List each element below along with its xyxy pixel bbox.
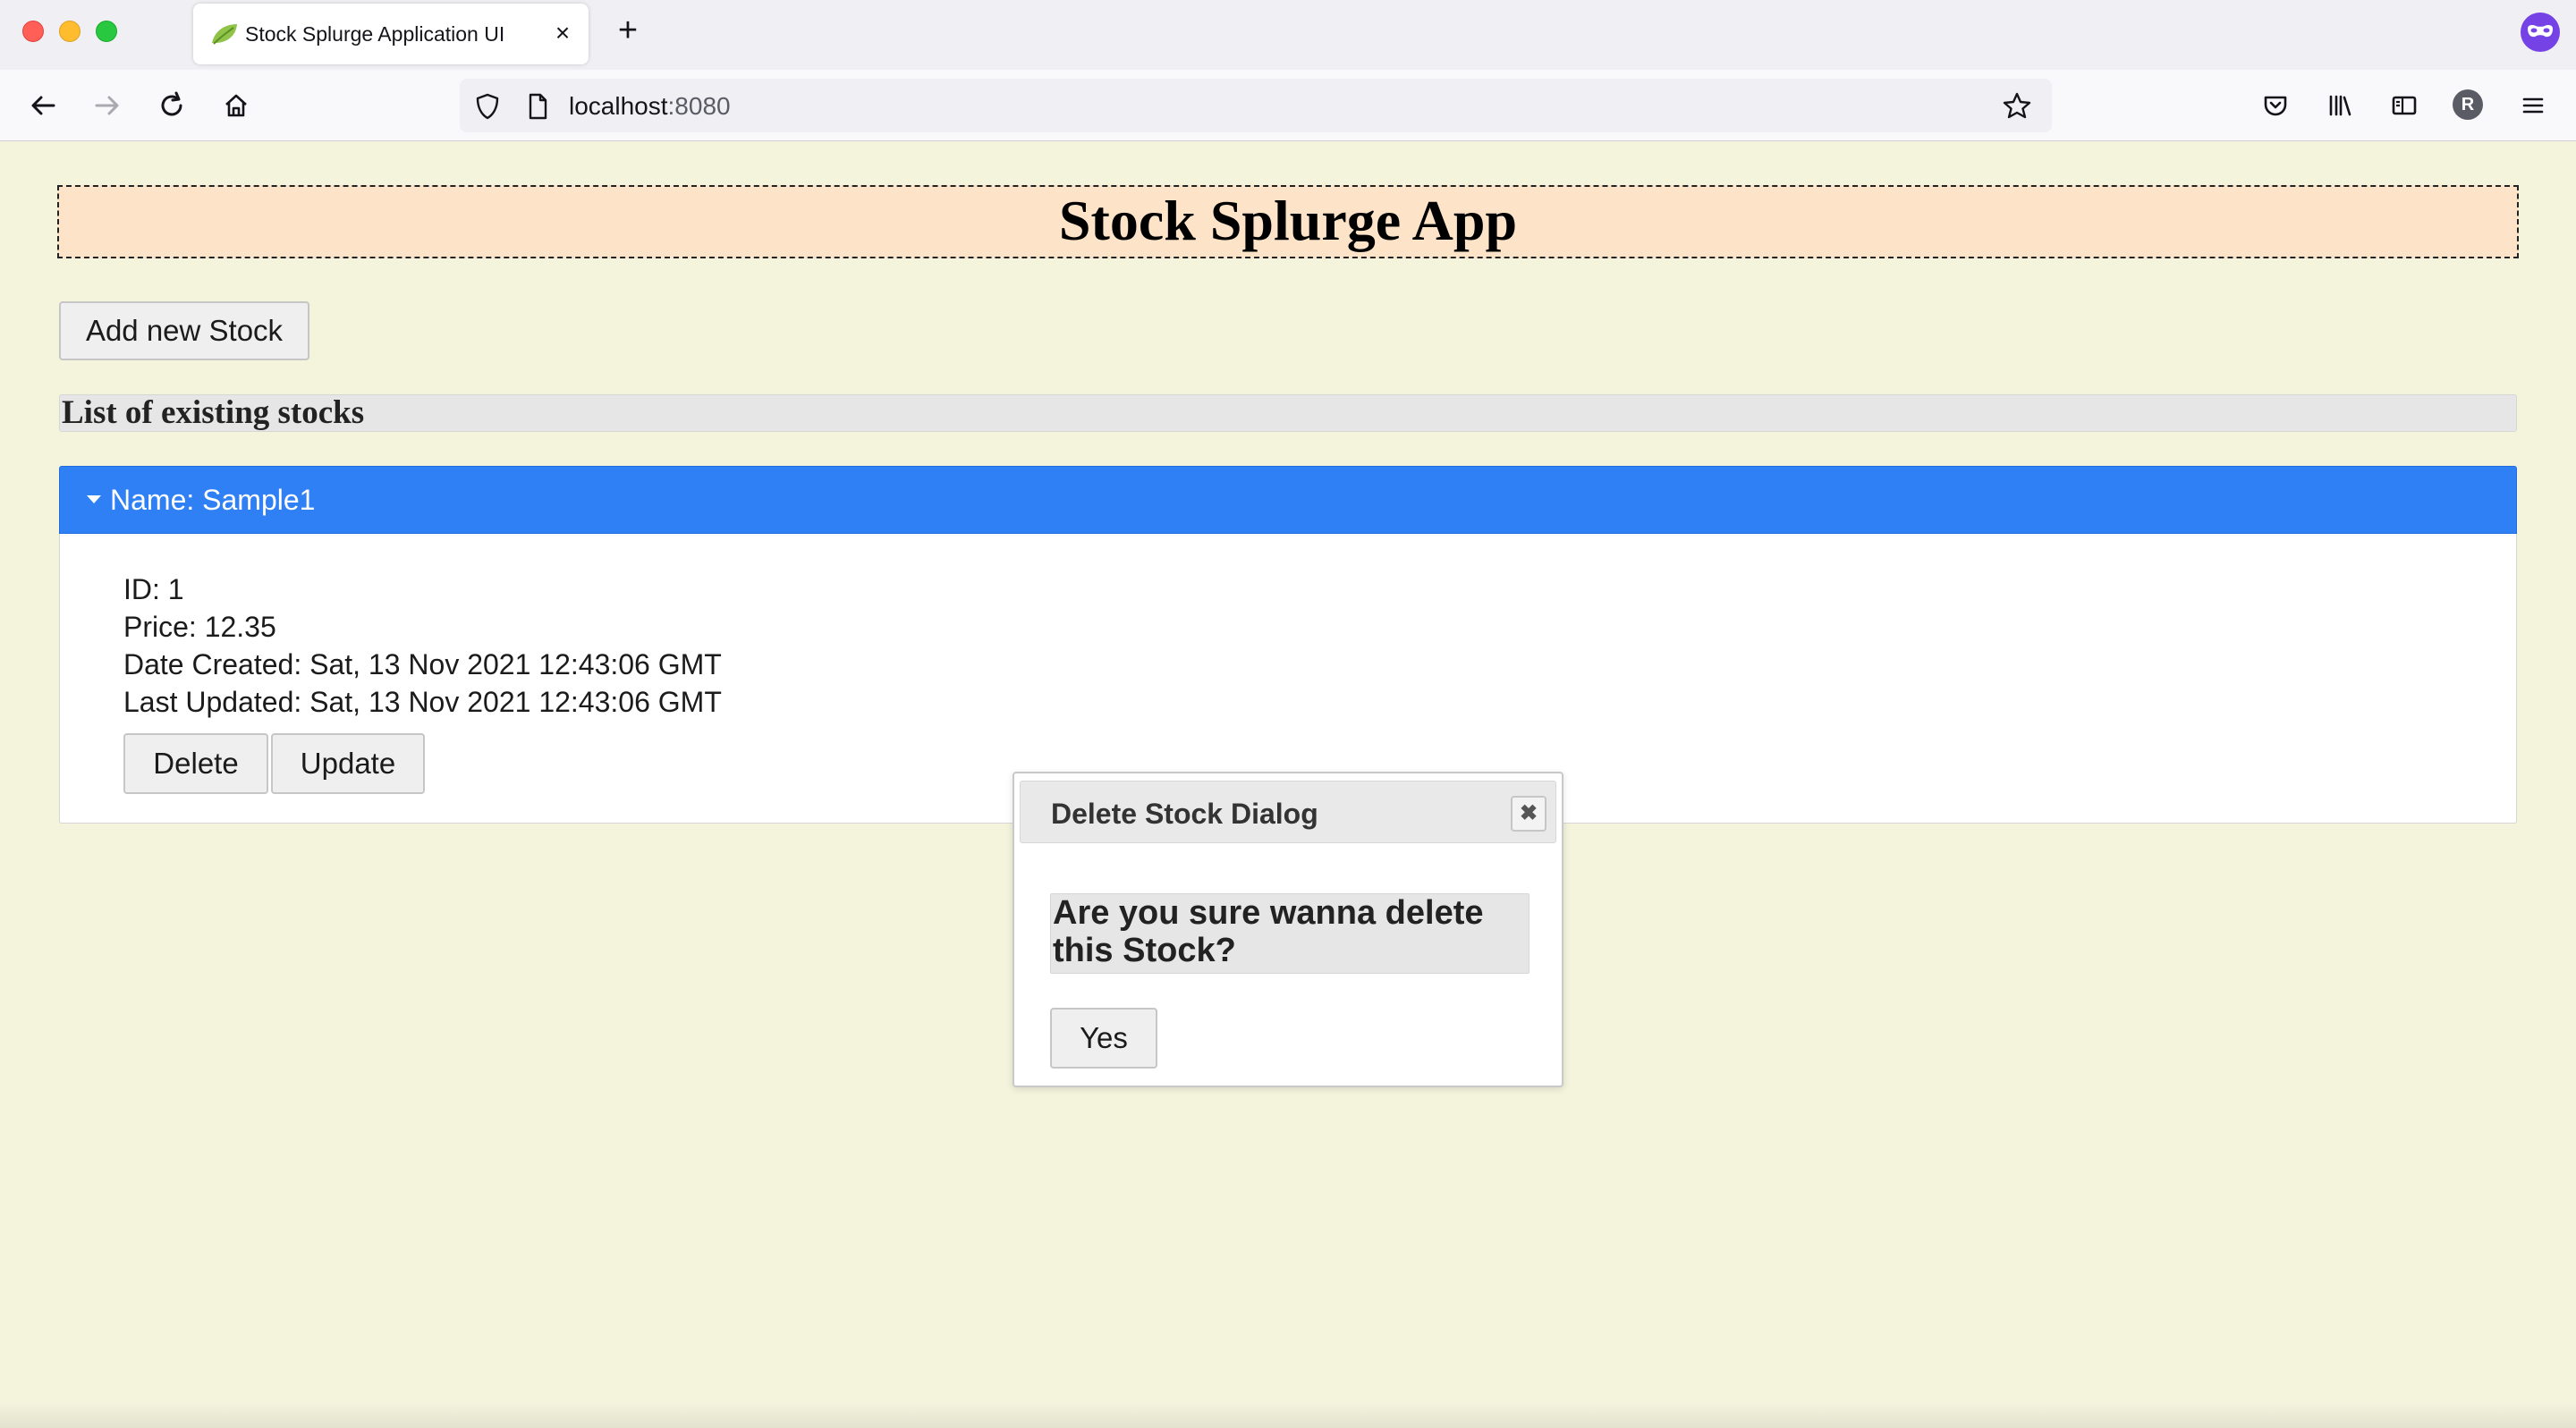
stock-date-created: Date Created: Sat, 13 Nov 2021 12:43:06 …: [123, 648, 722, 680]
add-new-stock-button[interactable]: Add new Stock: [59, 301, 309, 360]
hamburger-menu-icon[interactable]: [2513, 86, 2553, 125]
delete-confirmation-text: Are you sure wanna delete this Stock?: [1050, 893, 1530, 974]
home-icon[interactable]: [216, 86, 256, 125]
page-info-icon[interactable]: [522, 91, 553, 122]
app-title: Stock Splurge App: [1058, 189, 1518, 252]
window-close-button[interactable]: [22, 21, 44, 42]
confirm-yes-button[interactable]: Yes: [1050, 1008, 1157, 1069]
bookmark-star-icon[interactable]: [2002, 91, 2032, 122]
spring-leaf-icon: [212, 24, 237, 45]
delete-stock-button[interactable]: Delete: [123, 733, 268, 794]
delete-stock-dialog: Delete Stock Dialog ✖ Are you sure wanna…: [1013, 772, 1563, 1087]
stock-last-updated: Last Updated: Sat, 13 Nov 2021 12:43:06 …: [123, 686, 722, 718]
url-port: :8080: [667, 92, 731, 120]
tab-title: Stock Splurge Application UI: [245, 22, 505, 46]
forward-arrow-icon[interactable]: [88, 86, 127, 125]
dialog-title: Delete Stock Dialog: [1051, 798, 1318, 830]
window-zoom-button[interactable]: [96, 21, 117, 42]
stock-list-heading: List of existing stocks: [59, 394, 2517, 432]
reload-icon[interactable]: [152, 86, 191, 125]
stock-id: ID: 1: [123, 573, 184, 605]
browser-navigation-bar: localhost:8080 R: [0, 70, 2576, 141]
bottom-edge-shade: [0, 1403, 2576, 1428]
update-stock-button[interactable]: Update: [271, 733, 425, 794]
stock-name-label: Name: Sample1: [110, 484, 316, 516]
tracking-shield-icon[interactable]: [472, 91, 503, 122]
url-host: localhost: [569, 92, 668, 120]
library-icon[interactable]: [2320, 86, 2360, 125]
url-text: localhost:8080: [569, 92, 731, 121]
dialog-close-icon[interactable]: ✖: [1511, 796, 1546, 832]
address-bar[interactable]: localhost:8080: [460, 79, 2052, 132]
browser-tab-active[interactable]: Stock Splurge Application UI ×: [193, 4, 589, 64]
pocket-icon[interactable]: [2256, 86, 2295, 125]
browser-tab-bar: Stock Splurge Application UI × +: [0, 0, 2576, 70]
stock-price: Price: 12.35: [123, 611, 276, 643]
back-arrow-icon[interactable]: [23, 86, 63, 125]
caret-down-icon: [87, 495, 101, 503]
page-content: Stock Splurge App Add new Stock List of …: [0, 142, 2576, 1428]
dialog-titlebar[interactable]: Delete Stock Dialog ✖: [1020, 781, 1556, 843]
tab-close-icon[interactable]: ×: [549, 20, 576, 46]
sidebar-toggle-icon[interactable]: [2385, 86, 2424, 125]
account-avatar[interactable]: R: [2453, 89, 2483, 120]
private-browsing-mask-icon[interactable]: [2520, 12, 2561, 53]
app-header: Stock Splurge App: [57, 185, 2519, 258]
window-minimize-button[interactable]: [59, 21, 80, 42]
stock-accordion-header[interactable]: Name: Sample1: [59, 466, 2517, 534]
new-tab-button[interactable]: +: [612, 13, 644, 47]
